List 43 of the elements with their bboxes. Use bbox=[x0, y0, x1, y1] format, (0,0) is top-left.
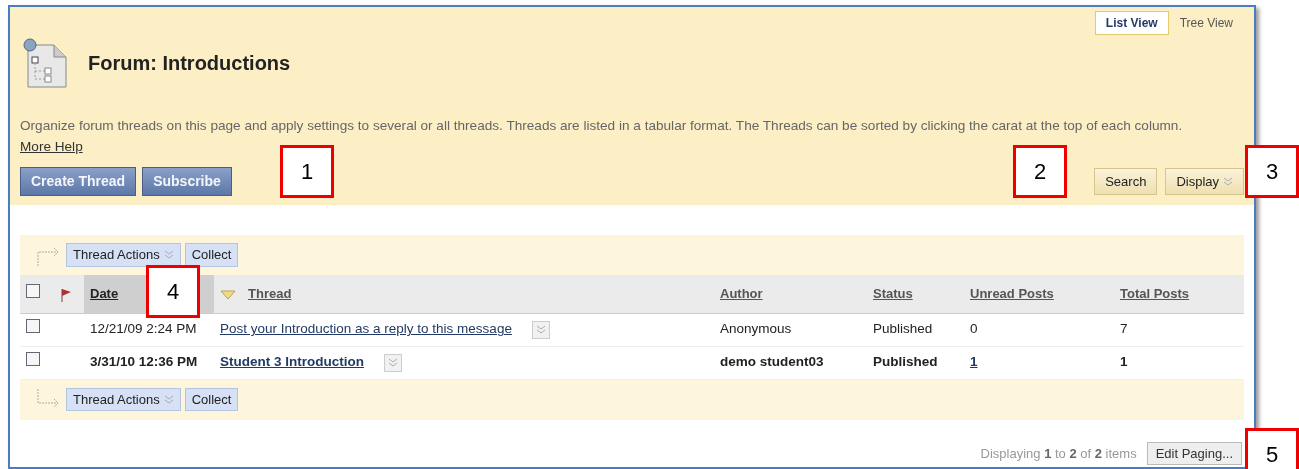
callout-label: 1 bbox=[280, 145, 334, 198]
action-button[interactable]: Search bbox=[1094, 167, 1158, 196]
unread-posts-link[interactable]: 1 bbox=[970, 354, 978, 370]
thread-link[interactable]: Post your Introduction as a reply to this message bbox=[220, 321, 512, 337]
select-all-checkbox[interactable] bbox=[26, 284, 40, 298]
chevron-icon bbox=[163, 250, 174, 260]
status-cell: Published bbox=[873, 354, 938, 370]
status-cell: Published bbox=[873, 321, 933, 337]
paging-summary: Displaying 1 to 2 of 2 items bbox=[980, 444, 1137, 463]
view-tab[interactable]: Tree View bbox=[1168, 11, 1244, 35]
menu-button[interactable]: Thread Actions bbox=[66, 387, 181, 412]
chevron-icon bbox=[535, 324, 546, 335]
total-posts-cell: 1 bbox=[1120, 354, 1128, 370]
author-cell: demo student03 bbox=[720, 354, 824, 370]
thread-link[interactable]: Student 3 Introduction bbox=[220, 354, 364, 370]
menu-button[interactable]: Display bbox=[1165, 167, 1244, 196]
author-cell: Anonymous bbox=[720, 321, 792, 337]
total-posts-cell: 7 bbox=[1120, 321, 1128, 337]
callout-label: 5 bbox=[1245, 428, 1299, 469]
callout-label: 4 bbox=[146, 265, 200, 318]
unread-posts-cell: 0 bbox=[970, 321, 978, 337]
help-link[interactable]: More Help bbox=[20, 139, 83, 154]
chevron-icon bbox=[1223, 176, 1233, 187]
callout-label: 3 bbox=[1245, 145, 1299, 198]
column-header[interactable]: Date bbox=[90, 286, 119, 301]
row-checkbox[interactable] bbox=[26, 319, 40, 334]
row-checkbox[interactable] bbox=[26, 352, 40, 367]
chevron-icon bbox=[163, 394, 174, 405]
date-cell: 12/21/09 2:24 PM bbox=[90, 321, 197, 337]
forum-icon bbox=[20, 37, 70, 89]
view-tab[interactable]: List View bbox=[1094, 11, 1169, 35]
date-cell: 3/31/10 12:36 PM bbox=[90, 354, 198, 370]
action-button[interactable]: Collect bbox=[184, 387, 239, 412]
menu-button[interactable]: Thread Actions bbox=[66, 243, 181, 267]
chevron-icon bbox=[388, 357, 398, 368]
flag-icon bbox=[60, 287, 72, 302]
column-header[interactable]: Thread bbox=[248, 286, 292, 301]
page-title: Forum: Introductions bbox=[88, 51, 291, 75]
callout-label: 2 bbox=[1013, 145, 1067, 198]
action-button[interactable]: Collect bbox=[184, 243, 239, 267]
column-header[interactable]: Author bbox=[720, 286, 763, 301]
column-header[interactable]: Status bbox=[873, 286, 913, 301]
edit-paging-button[interactable]: Edit Paging... bbox=[1146, 441, 1242, 465]
